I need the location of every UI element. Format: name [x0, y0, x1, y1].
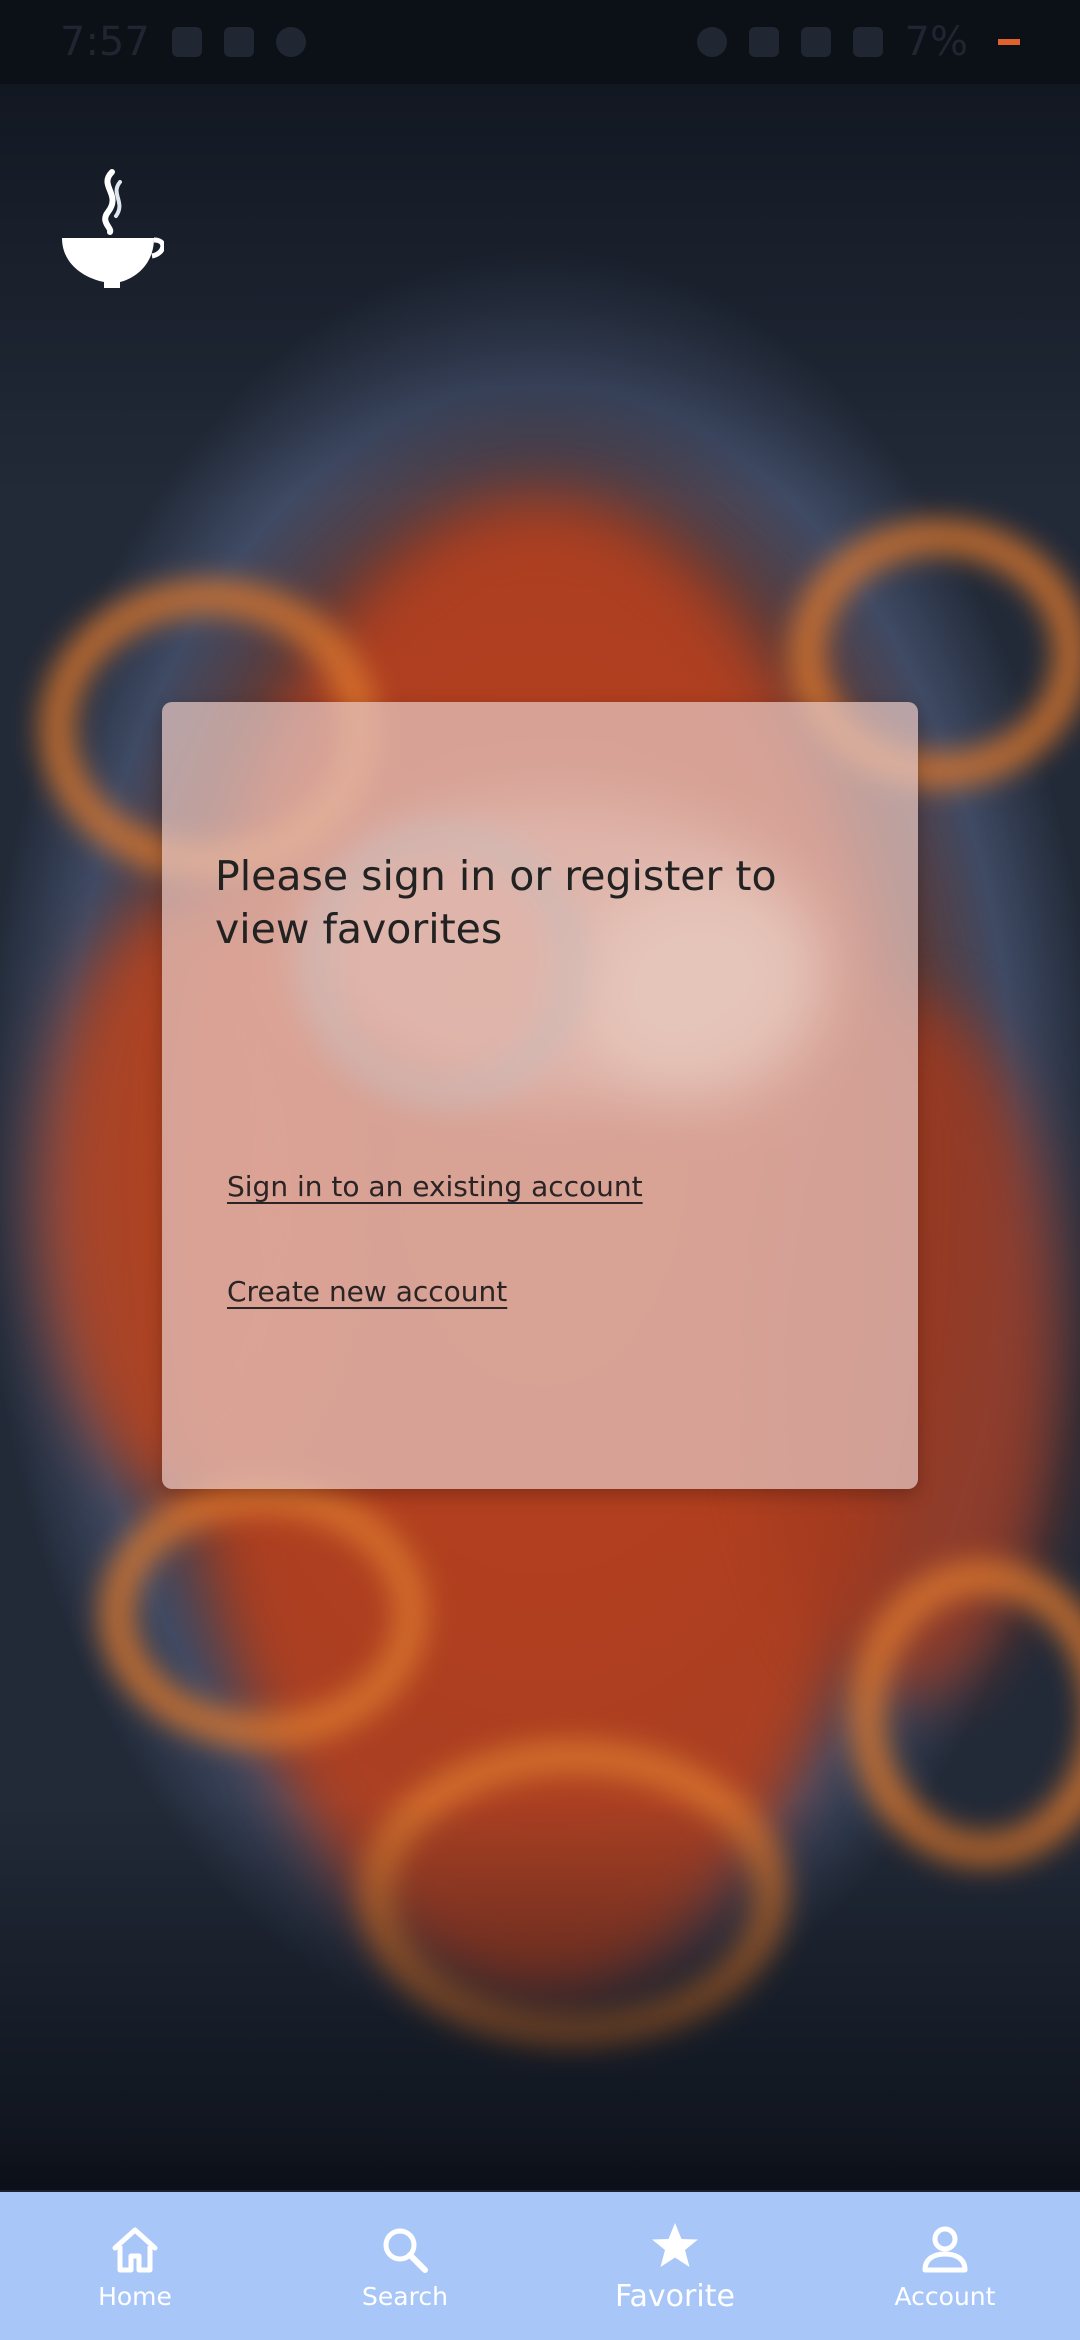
nav-label-search: Search: [362, 2281, 448, 2311]
sign-in-message: Please sign in or register to view favor…: [215, 852, 777, 953]
battery-icon: [998, 39, 1020, 45]
nav-label-favorite: Favorite: [615, 2278, 735, 2314]
nav-label-home: Home: [98, 2281, 172, 2311]
home-icon: [112, 2227, 158, 2272]
star-icon: [652, 2222, 698, 2267]
nav-item-favorite[interactable]: Favorite: [540, 2192, 810, 2340]
nav-item-account[interactable]: Account: [810, 2192, 1080, 2340]
alarm-icon: [275, 27, 306, 57]
vibrate-mute-icon: [748, 27, 779, 57]
sign-in-card: Please sign in or register to view favor…: [162, 702, 918, 1489]
nav-label-account: Account: [894, 2281, 996, 2311]
telegram-icon: [223, 27, 254, 57]
status-time: 7:57: [60, 19, 150, 65]
steaming-bowl-icon: [60, 168, 166, 294]
alarm-clock-icon: [696, 27, 727, 57]
gallery-icon: [171, 27, 202, 57]
nav-item-home[interactable]: Home: [0, 2192, 270, 2340]
nav-item-search[interactable]: Search: [270, 2192, 540, 2340]
search-icon: [383, 2228, 428, 2273]
wifi-icon: [800, 27, 831, 57]
battery-percent: 7%: [904, 19, 968, 65]
bottom-navigation: Home Search Favorite Account: [0, 2192, 1080, 2340]
sign-in-link[interactable]: Sign in to an existing account: [227, 1170, 643, 1203]
person-icon: [922, 2226, 968, 2272]
status-bar: 7:57 7%: [0, 0, 1080, 84]
create-account-link[interactable]: Create new account: [227, 1275, 507, 1308]
signal-icon: [852, 27, 883, 57]
